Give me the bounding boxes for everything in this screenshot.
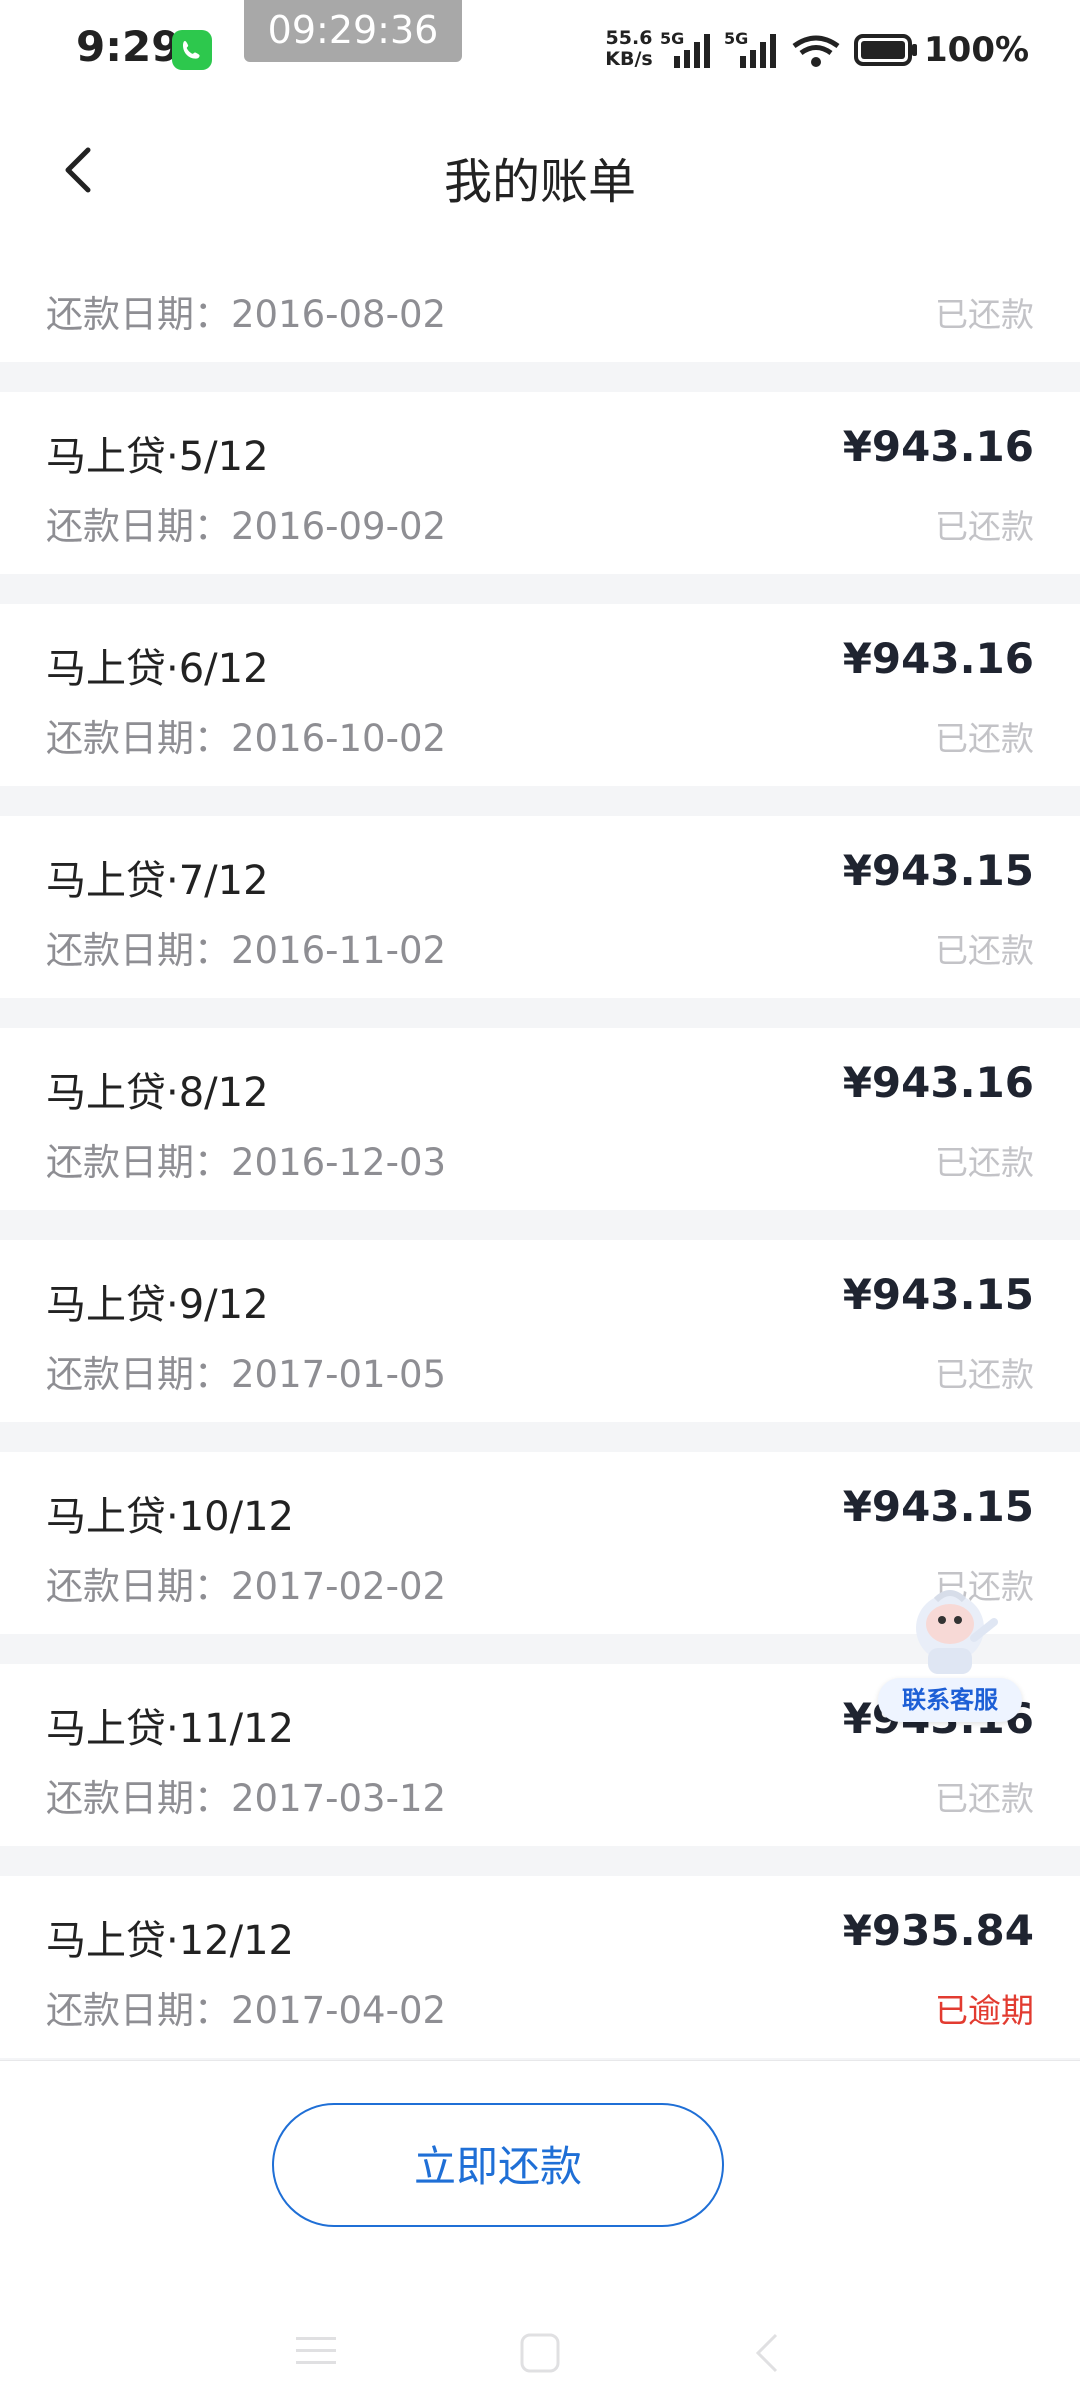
bill-amount: ¥943.15 [842, 846, 1034, 895]
customer-service-button[interactable]: 联系客服 [878, 1578, 1028, 1728]
bill-status: 已还款 [935, 719, 1034, 758]
bill-amount: ¥943.15 [842, 1482, 1034, 1531]
bill-date: 还款日期：2017-03-12 [46, 1777, 447, 1820]
bill-item[interactable]: 马上贷·9/12 还款日期：2017-01-05 ¥943.15 已还款 [0, 1240, 1080, 1422]
signal-icons: 5G 5G [660, 28, 918, 76]
mascot-icon [916, 1590, 998, 1674]
bill-date: 还款日期：2016-11-02 [46, 929, 447, 972]
bill-name: 马上贷·10/12 [46, 1494, 294, 1540]
bill-status: 已还款 [935, 1355, 1034, 1394]
bill-date: 还款日期：2016-12-03 [46, 1141, 447, 1184]
bill-amount: ¥943.16 [842, 1058, 1034, 1107]
bill-name: 马上贷·8/12 [46, 1070, 269, 1116]
bill-amount: ¥943.15 [842, 1270, 1034, 1319]
bill-date: 还款日期：2016-08-02 [46, 293, 447, 336]
bill-name: 马上贷·11/12 [46, 1706, 294, 1752]
signal-5g-icon-2: 5G [724, 29, 776, 68]
home-icon[interactable] [518, 2331, 562, 2375]
bill-name: 马上贷·7/12 [46, 858, 269, 904]
bill-item[interactable]: 马上贷·5/12 还款日期：2016-09-02 ¥943.16 已还款 [0, 392, 1080, 574]
bill-status: 已还款 [935, 931, 1034, 970]
app-header: 我的账单 [0, 100, 1080, 240]
bill-item[interactable]: 马上贷·8/12 还款日期：2016-12-03 ¥943.16 已还款 [0, 1028, 1080, 1210]
svg-text:5G: 5G [660, 29, 684, 48]
bill-item[interactable]: 马上贷·7/12 还款日期：2016-11-02 ¥943.15 已还款 [0, 816, 1080, 998]
status-bar: 9:29 09:29:36 55.6 KB/s 5G 5G 100% [0, 0, 1080, 100]
bill-amount: ¥935.84 [842, 1906, 1034, 1955]
bill-item[interactable]: 马上贷·6/12 还款日期：2016-10-02 ¥943.16 已还款 [0, 604, 1080, 786]
bill-date: 还款日期：2017-01-05 [46, 1353, 447, 1396]
system-nav-bar [0, 2321, 1080, 2381]
customer-service-label: 联系客服 [878, 1678, 1022, 1722]
page-title: 我的账单 [443, 154, 636, 210]
back-nav-icon[interactable] [748, 2331, 788, 2375]
bill-date: 还款日期：2016-09-02 [46, 505, 447, 548]
bill-date: 还款日期：2017-04-02 [46, 1989, 447, 2032]
battery-percent: 100% [924, 30, 1030, 70]
bill-status: 已还款 [935, 1779, 1034, 1818]
bill-name: 马上贷·9/12 [46, 1282, 269, 1328]
bill-name: 马上贷·5/12 [46, 434, 269, 480]
repay-now-button[interactable]: 立即还款 [272, 2103, 724, 2227]
bill-amount: ¥943.16 [842, 634, 1034, 683]
menu-icon[interactable] [294, 2333, 338, 2369]
svg-text:5G: 5G [724, 29, 748, 48]
bill-name: 马上贷·12/12 [46, 1918, 294, 1964]
bill-status: 已还款 [935, 507, 1034, 546]
network-speed-value: 55.6 [605, 27, 653, 49]
bill-item[interactable]: 还款日期：2016-08-02 已还款 [0, 240, 1080, 362]
network-speed-unit: KB/s [605, 48, 653, 70]
bill-status: 已还款 [935, 295, 1034, 334]
phone-call-icon [172, 30, 212, 70]
network-speed: 55.6 KB/s [604, 28, 654, 70]
bill-name: 马上贷·6/12 [46, 646, 269, 692]
bill-list-content: 还款日期：2016-08-02 已还款 马上贷·5/12 还款日期：2016-09-0… [0, 240, 1080, 2060]
bill-date: 还款日期：2017-02-02 [46, 1565, 447, 1608]
bill-item[interactable]: 马上贷·12/12 还款日期：2017-04-02 ¥935.84 已逾期 [0, 1876, 1080, 2058]
bill-status: 已还款 [935, 1143, 1034, 1182]
wifi-icon [792, 35, 840, 67]
bill-amount: ¥943.16 [842, 422, 1034, 471]
battery-icon [854, 34, 917, 66]
bottom-bar: 立即还款 [0, 2060, 1080, 2401]
signal-5g-icon-1: 5G [660, 29, 710, 68]
bill-list[interactable]: 还款日期：2016-08-02 已还款 马上贷·5/12 还款日期：2016-09-0… [0, 240, 1080, 2060]
status-time: 9:29 [76, 22, 181, 71]
bill-date: 还款日期：2016-10-02 [46, 717, 447, 760]
bill-status: 已逾期 [935, 1991, 1034, 2030]
screen-recording-clock: 09:29:36 [244, 0, 462, 62]
